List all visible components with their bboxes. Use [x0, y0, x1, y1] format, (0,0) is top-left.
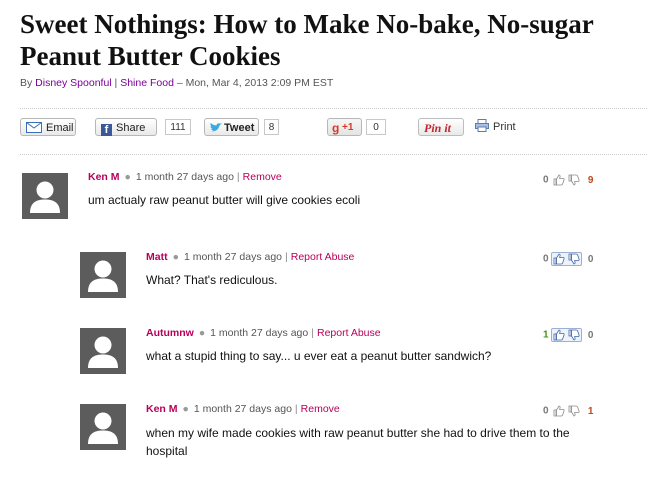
commenter-name[interactable]: Ken M [88, 171, 120, 183]
report-abuse-link[interactable]: Report Abuse [317, 327, 381, 339]
envelope-icon [26, 122, 42, 133]
report-abuse-link[interactable]: Report Abuse [291, 251, 355, 263]
byline-separator: | [111, 77, 121, 89]
upvote-count: 0 [543, 253, 549, 265]
comment-time: 1 month 27 days ago [135, 171, 234, 183]
upvote-count: 1 [543, 329, 549, 341]
pipe-separator: | [311, 327, 314, 339]
dot-separator: ● [198, 327, 206, 339]
plus-one-label: +1 [342, 122, 354, 133]
avatar[interactable] [80, 328, 126, 374]
downvote-count: 0 [587, 253, 594, 265]
article-date: – Mon, Mar 4, 2013 2:09 PM EST [173, 77, 334, 89]
byline: By Disney Spoonful | Shine Food – Mon, M… [20, 77, 333, 89]
comment-header: Autumnw ● 1 month 27 days ago | Report Abuse [146, 327, 381, 339]
tweet-count: 8 [264, 119, 279, 135]
dot-separator: ● [124, 171, 131, 183]
share-divider [20, 108, 647, 109]
vote-buttons [551, 404, 582, 418]
downvote-count: 1 [587, 405, 594, 417]
avatar[interactable] [80, 252, 126, 298]
print-label: Print [493, 121, 516, 133]
vote-buttons [551, 252, 583, 266]
avatar[interactable] [22, 173, 68, 219]
comment-header: Ken M ● 1 month 27 days ago | Remove [146, 403, 340, 415]
dot-separator: ● [172, 251, 179, 263]
article-title: Sweet Nothings: How to Make No-bake, No-… [20, 9, 594, 71]
comment-time: 1 month 27 days ago [183, 251, 283, 263]
email-button[interactable]: Email [20, 118, 76, 136]
upvote-count: 0 [543, 405, 549, 417]
default-user-icon [30, 181, 60, 213]
vote-controls: 0 9 [543, 173, 593, 187]
pin-it-button[interactable]: Pin it [418, 118, 464, 136]
pin-it-label: Pin it [424, 121, 452, 135]
avatar[interactable] [80, 404, 126, 450]
share-bar: Email f Share 111 Tweet 8 g +1 0 Pin it P… [20, 118, 647, 140]
tweet-label: Tweet [224, 122, 255, 134]
thumbs-up-icon[interactable] [553, 174, 565, 186]
default-user-icon [88, 336, 118, 368]
facebook-count: 111 [165, 119, 191, 135]
twitter-bird-icon [210, 123, 222, 132]
comment-header: Matt ● 1 month 27 days ago | Report Abuse [146, 251, 354, 263]
dot-separator: ● [182, 403, 189, 415]
remove-link[interactable]: Remove [243, 171, 282, 183]
print-link[interactable]: Print [475, 118, 516, 136]
commenter-name[interactable]: Autumnw [146, 327, 194, 339]
facebook-label: Share [116, 122, 146, 134]
remove-link[interactable]: Remove [301, 403, 340, 415]
commenter-name[interactable]: Ken M [146, 403, 178, 415]
vote-controls: 0 1 [543, 404, 593, 418]
plus-one-count: 0 [366, 119, 386, 135]
email-label: Email [46, 122, 74, 134]
pipe-separator: | [285, 251, 288, 263]
vote-controls: 1 0 [543, 328, 593, 342]
default-user-icon [88, 260, 118, 292]
google-plus-icon: g [332, 121, 340, 135]
author-link[interactable]: Disney Spoonful [35, 77, 111, 89]
comment-text: what a stupid thing to say... u ever eat… [146, 349, 492, 363]
printer-icon [475, 119, 489, 132]
thumbs-up-icon[interactable] [553, 329, 565, 341]
pipe-separator: | [236, 171, 240, 183]
downvote-count: 9 [587, 174, 594, 186]
comment-text: when my wife made cookies with raw peanu… [146, 426, 570, 458]
facebook-share-button[interactable]: f Share [95, 118, 157, 136]
thumbs-down-icon[interactable] [568, 405, 580, 417]
thumbs-down-icon[interactable] [568, 253, 580, 265]
downvote-count: 0 [587, 329, 594, 341]
vote-buttons [551, 328, 583, 342]
tweet-button[interactable]: Tweet [204, 118, 259, 136]
comment-text: What? That's rediculous. [146, 273, 278, 287]
vote-buttons [551, 173, 582, 187]
thumbs-up-icon[interactable] [553, 405, 565, 417]
section-link[interactable]: Shine Food [120, 77, 174, 89]
comment-header: Ken M ● 1 month 27 days ago | Remove [88, 171, 282, 183]
comments-divider [20, 154, 647, 155]
comment-time: 1 month 27 days ago [193, 403, 292, 415]
google-plus-one-button[interactable]: g +1 [327, 118, 362, 136]
thumbs-down-icon[interactable] [568, 174, 580, 186]
byline-prefix: By [20, 77, 36, 89]
facebook-icon: f [101, 124, 112, 136]
thumbs-up-icon[interactable] [553, 253, 565, 265]
thumbs-down-icon[interactable] [568, 329, 580, 341]
comment-time: 1 month 27 days ago [210, 327, 309, 339]
upvote-count: 0 [543, 174, 549, 186]
pipe-separator: | [294, 403, 298, 415]
comment-text: um actualy raw peanut butter will give c… [88, 193, 361, 207]
commenter-name[interactable]: Matt [146, 251, 168, 263]
default-user-icon [88, 412, 118, 444]
vote-controls: 0 0 [543, 252, 593, 266]
